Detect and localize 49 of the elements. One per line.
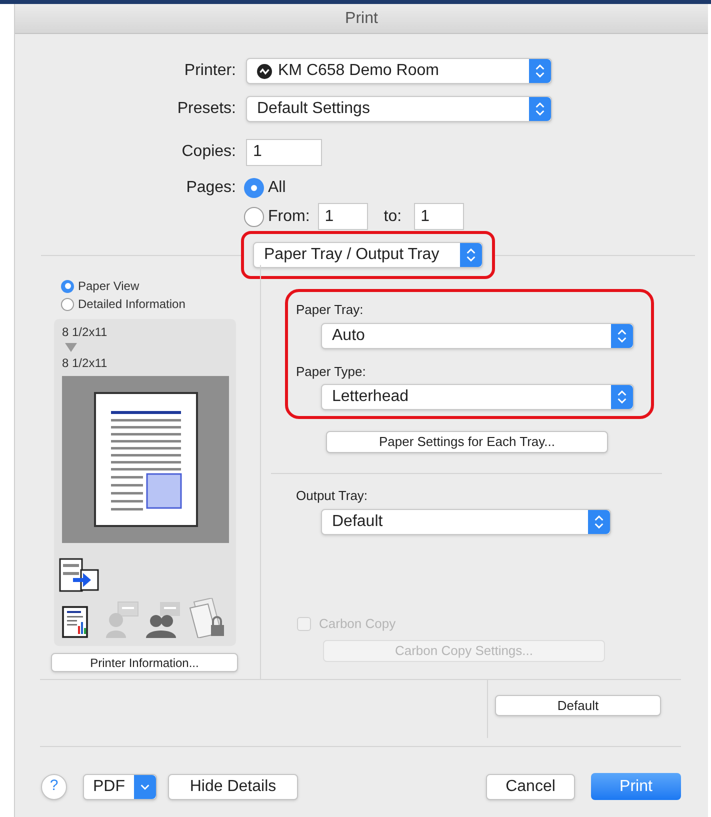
radio-button[interactable] [244,206,264,226]
to-field[interactable]: 1 [414,203,464,230]
stepper-icon [529,97,551,121]
printer-status-icon [257,64,272,78]
title-bar: Print [15,4,708,34]
paper-tray-popup[interactable]: Auto [321,322,634,348]
from-field[interactable]: 1 [318,203,368,230]
paper-type-popup[interactable]: Letterhead [321,384,634,410]
field-label: Paper Tray: [296,301,364,319]
field-label: From: [268,206,310,226]
field-label: 8 1/2x11 [62,355,108,372]
radio-button[interactable] [244,178,264,198]
printer-popup[interactable]: KM C658 Demo Room [246,58,552,84]
stepper-icon [611,324,633,348]
paper-settings-button[interactable]: Paper Settings for Each Tray... [326,431,608,453]
chevron-down-icon [134,774,156,798]
radio-button[interactable] [61,298,74,310]
field-label: Output Tray: [296,487,369,505]
help-button[interactable]: ? [41,774,67,800]
cancel-button[interactable]: Cancel [486,774,575,800]
radio-button[interactable] [61,280,74,292]
default-button[interactable]: Default [495,695,661,716]
field-label: Pages: [185,178,236,198]
person-speech-icon [106,600,140,638]
printer-arrow-icon [59,558,99,592]
field-label: 8 1/2x11 [62,324,108,341]
stepper-icon [611,385,633,409]
locked-document-icon [188,598,226,638]
down-triangle-icon [65,343,77,352]
copies-field[interactable]: 1 [246,138,322,166]
field-label: to: [384,206,402,226]
field-label: Printer: [183,61,236,81]
presets-popup[interactable]: Default Settings [246,96,552,122]
field-label: Presets: [176,99,236,119]
panel-popup[interactable]: Paper Tray / Output Tray [253,242,483,268]
printer-information-button[interactable]: Printer Information... [51,653,238,672]
document-chart-icon [62,606,88,638]
stepper-icon [588,510,610,534]
field-label: Paper View [78,278,140,295]
pdf-menu-button[interactable]: PDF [83,774,157,800]
field-label: Copies: [180,142,236,162]
field-label: Paper Type: [296,362,367,381]
people-speech-icon [146,600,182,638]
stepper-icon [529,59,551,83]
hide-details-button[interactable]: Hide Details [168,774,298,800]
output-tray-popup[interactable]: Default [321,508,611,534]
stepper-icon [460,243,482,267]
field-label: All [268,178,286,198]
field-label: Detailed Information [78,296,186,313]
